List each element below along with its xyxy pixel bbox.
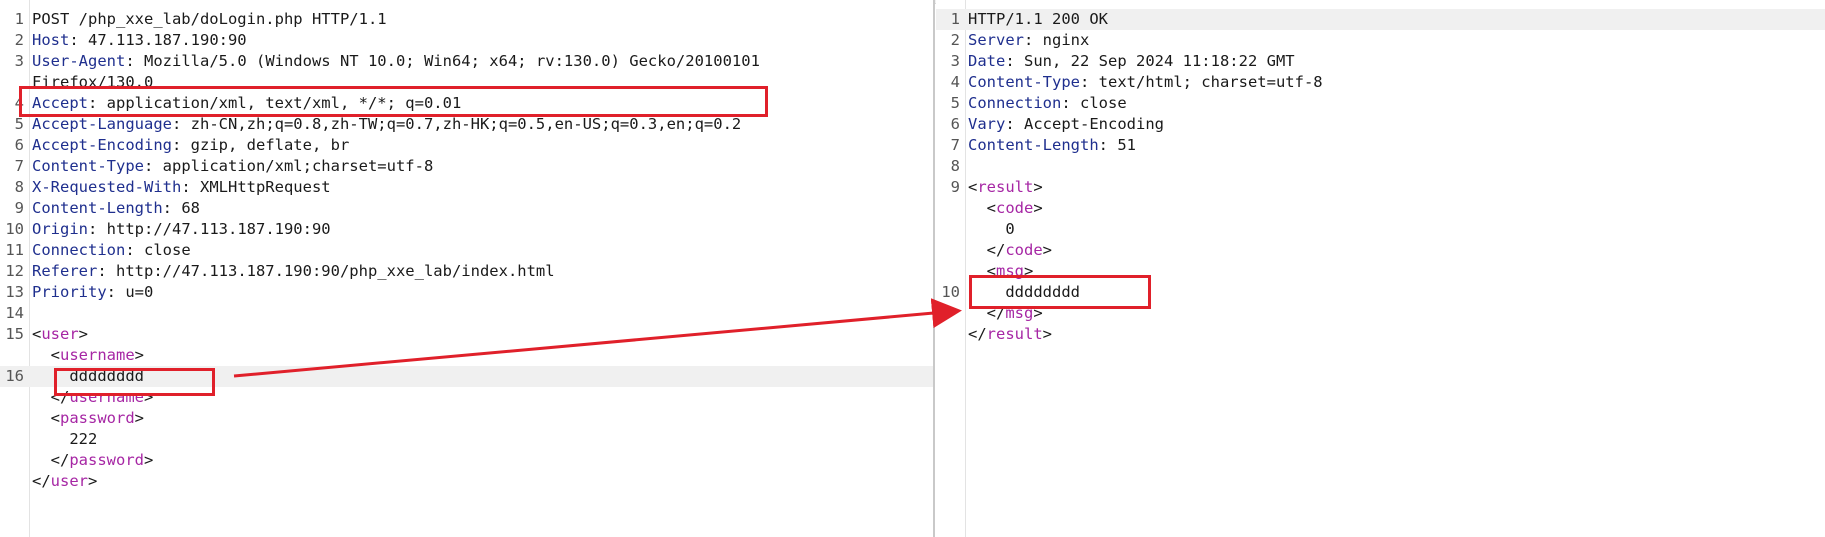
arrow-line	[233, 298, 962, 378]
annotation-arrow	[233, 298, 962, 378]
